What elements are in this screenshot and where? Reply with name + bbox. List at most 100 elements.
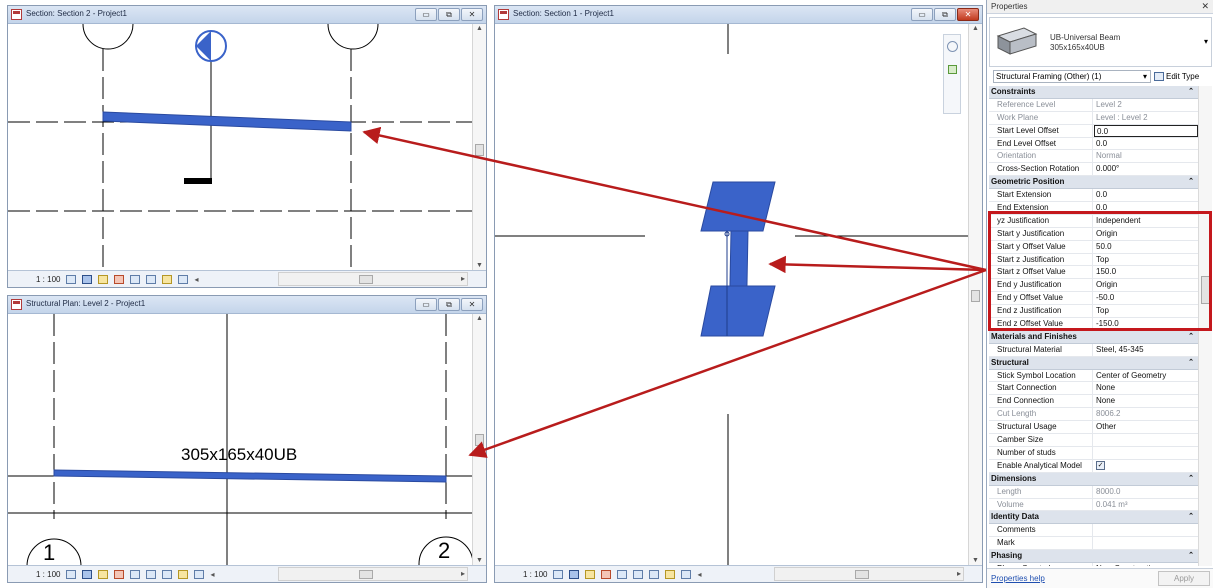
scroll-up-icon[interactable]: ▲ (476, 25, 483, 32)
scroll-down-icon[interactable]: ▼ (476, 557, 483, 564)
minimize-button[interactable]: ▭ (911, 8, 933, 21)
section2-view-window[interactable]: Section: Section 2 - Project1 ▭ ⧉ ✕ ▲ ▼ … (7, 5, 487, 288)
hscroll-thumb[interactable] (359, 275, 373, 284)
visual-style-icon[interactable] (82, 274, 93, 284)
collapse-icon[interactable]: ⌃ (1188, 550, 1194, 562)
beam-tag[interactable]: 305x165x40UB (181, 445, 297, 465)
property-value[interactable]: Top (1093, 305, 1212, 317)
property-row[interactable]: Structural Material Steel, 45-345 (989, 343, 1212, 357)
section2-canvas[interactable] (8, 24, 486, 287)
visual-style-icon[interactable] (82, 569, 93, 579)
restore-button[interactable]: ⧉ (438, 298, 460, 311)
analytical-model-icon[interactable] (681, 569, 692, 579)
property-row[interactable]: Start z Justification Top (989, 253, 1212, 267)
property-value[interactable] (1093, 447, 1212, 459)
section2-hscroll[interactable]: ▸ (278, 272, 468, 286)
property-row[interactable]: Enable Analytical Model ✓ (989, 459, 1212, 473)
chevron-down-icon[interactable]: ▾ (1204, 37, 1208, 46)
temp-hide-icon[interactable] (162, 569, 173, 579)
section1-hscroll[interactable]: ▸ (774, 567, 964, 581)
property-row[interactable]: Comments (989, 524, 1212, 538)
property-row[interactable]: Phase CreatedNew Construction (989, 562, 1212, 566)
section2-vscroll[interactable]: ▲ ▼ (472, 24, 486, 270)
property-value[interactable]: Independent (1093, 215, 1212, 227)
reveal-hidden-icon[interactable] (665, 569, 676, 579)
property-value[interactable]: Other (1093, 421, 1212, 433)
checkbox-checked-icon[interactable]: ✓ (1096, 461, 1105, 471)
property-row[interactable]: End Connection None (989, 395, 1212, 409)
collapse-icon[interactable]: ⌃ (1188, 511, 1194, 523)
hscroll-thumb[interactable] (855, 570, 869, 579)
property-row[interactable]: Start Extension 0.0 (989, 189, 1212, 203)
property-value[interactable]: None (1093, 382, 1212, 394)
property-row[interactable]: Orientation Normal (989, 150, 1212, 164)
restore-button[interactable]: ⧉ (934, 8, 956, 21)
hscroll-thumb[interactable] (359, 570, 373, 579)
collapse-icon[interactable]: ⌃ (1188, 473, 1194, 485)
property-row[interactable]: End z Justification Top (989, 305, 1212, 319)
reveal-hidden-icon[interactable] (178, 274, 189, 284)
property-group-header[interactable]: Geometric Position ⌃ (989, 176, 1212, 190)
scroll-down-icon[interactable]: ▼ (972, 557, 979, 564)
edit-type-button[interactable]: Edit Type (1154, 70, 1212, 83)
plan-hscroll[interactable]: ▸ (278, 567, 468, 581)
property-row[interactable]: Structural Usage Other (989, 421, 1212, 435)
property-value[interactable] (1093, 524, 1212, 536)
property-value[interactable]: 0.0 (1093, 202, 1212, 214)
crop-view-icon[interactable] (130, 569, 141, 579)
navigation-bar[interactable] (943, 34, 961, 114)
property-value[interactable]: Origin (1093, 279, 1212, 291)
section2-title-bar[interactable]: Section: Section 2 - Project1 ▭ ⧉ ✕ (8, 6, 486, 24)
property-row[interactable]: End Extension 0.0 (989, 202, 1212, 215)
property-group-header[interactable]: Materials and Finishes ⌃ (989, 330, 1212, 344)
collapse-icon[interactable]: ⌃ (1188, 86, 1194, 98)
show-crop-icon[interactable] (146, 569, 157, 579)
property-row[interactable]: Start y Justification Origin (989, 227, 1212, 241)
property-row[interactable]: Volume 0.041 m³ (989, 498, 1212, 512)
property-row[interactable]: Camber Size (989, 434, 1212, 447)
show-crop-icon[interactable] (146, 274, 157, 284)
property-value[interactable]: Top (1093, 254, 1212, 266)
shadows-icon[interactable] (601, 569, 612, 579)
scroll-thumb[interactable] (971, 290, 980, 302)
scroll-thumb[interactable] (475, 434, 484, 446)
scroll-thumb[interactable] (1201, 276, 1210, 304)
type-selector[interactable]: UB-Universal Beam 305x165x40UB ▾ (989, 17, 1212, 67)
property-value[interactable]: 0.0 (1094, 124, 1198, 137)
property-value[interactable]: None (1093, 395, 1212, 407)
scroll-up-icon[interactable]: ▲ (476, 315, 483, 322)
reveal-hidden-icon[interactable] (178, 569, 189, 579)
property-row[interactable]: End y Offset Value -50.0 (989, 292, 1212, 306)
plan-title-bar[interactable]: Structural Plan: Level 2 - Project1 ▭ ⧉ … (8, 296, 486, 314)
property-value[interactable]: Steel, 45-345 (1093, 344, 1212, 356)
property-row[interactable]: Length 8000.0 (989, 485, 1212, 499)
property-checkbox[interactable]: ✓ (1093, 460, 1212, 472)
shadows-icon[interactable] (114, 274, 125, 284)
analytical-model-icon[interactable] (194, 569, 205, 579)
view-scale[interactable]: 1 : 100 (36, 275, 60, 284)
property-row[interactable]: Start z Offset Value 150.0 (989, 266, 1212, 280)
property-row[interactable]: Cut Length 8006.2 (989, 408, 1212, 422)
scroll-right-icon[interactable]: ▸ (461, 274, 465, 283)
property-row[interactable]: Start Connection None (989, 382, 1212, 396)
chevron-left-icon[interactable]: ◂ (210, 570, 214, 579)
property-group-header[interactable]: Structural ⌃ (989, 356, 1212, 370)
apply-button[interactable]: Apply (1158, 571, 1210, 586)
crop-view-icon[interactable] (617, 569, 628, 579)
sun-path-icon[interactable] (98, 569, 109, 579)
minimize-button[interactable]: ▭ (415, 298, 437, 311)
section1-title-bar[interactable]: Section: Section 1 - Project1 ▭ ⧉ ✕ (495, 6, 982, 24)
property-value[interactable]: -50.0 (1093, 292, 1212, 304)
visual-style-icon[interactable] (569, 569, 580, 579)
close-icon[interactable]: ✕ (1201, 1, 1209, 12)
property-row[interactable]: End z Offset Value -150.0 (989, 318, 1212, 331)
property-group-header[interactable]: Phasing ⌃ (989, 550, 1212, 563)
property-value[interactable]: Origin (1093, 228, 1212, 240)
view-scale[interactable]: 1 : 100 (523, 570, 547, 579)
chevron-left-icon[interactable]: ◂ (697, 570, 701, 579)
close-button[interactable]: ✕ (461, 298, 483, 311)
scroll-right-icon[interactable]: ▸ (957, 569, 961, 578)
property-row[interactable]: Start y Offset Value 50.0 (989, 240, 1212, 254)
property-row[interactable]: Stick Symbol Location Center of Geometry (989, 369, 1212, 383)
property-value[interactable]: 0.0 (1093, 138, 1212, 150)
